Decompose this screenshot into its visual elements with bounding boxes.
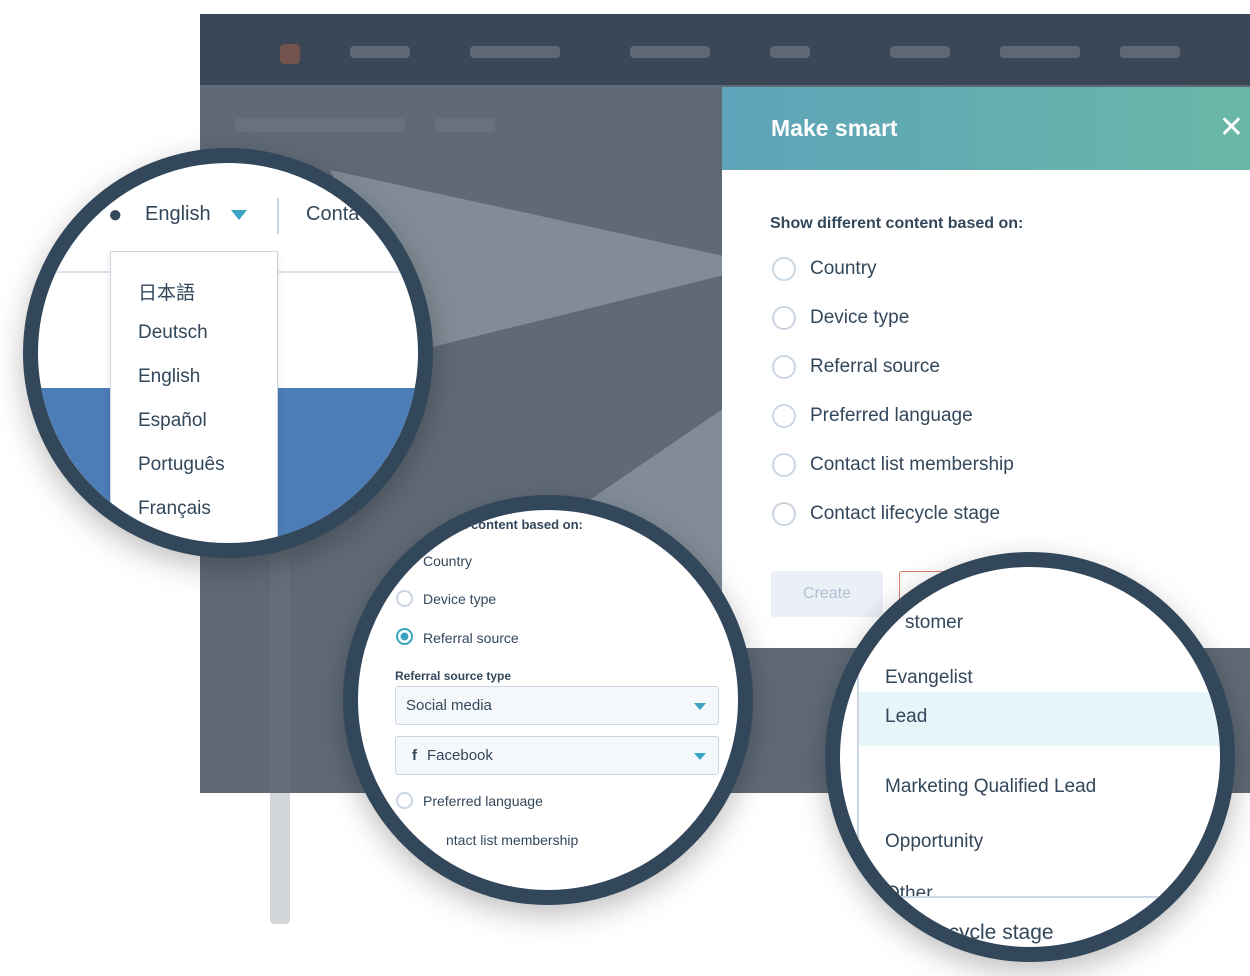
select-value: Social media xyxy=(406,697,492,714)
language-option[interactable]: English xyxy=(138,366,200,388)
radio-icon[interactable] xyxy=(772,306,796,330)
close-icon[interactable]: ✕ xyxy=(1219,113,1244,143)
lifecycle-zoom: stomer Evangelist Lead Marketing Qualifi… xyxy=(825,552,1235,962)
option-preferred-language[interactable]: Preferred language xyxy=(772,404,973,428)
language-zoom: ● English Conta 日本語 Deutsch English Espa… xyxy=(23,148,433,558)
option-contact-list[interactable]: Contact list membership xyxy=(772,453,1014,477)
option-country[interactable]: Country xyxy=(772,257,877,281)
option-preferred-language[interactable]: Preferred language xyxy=(423,793,543,809)
option-device-type[interactable]: Device type xyxy=(423,591,496,607)
referral-type-select[interactable]: Social media xyxy=(395,686,719,725)
option-label: Preferred language xyxy=(810,405,973,426)
options-label: t content based on: xyxy=(463,517,583,532)
select-value: Facebook xyxy=(427,747,493,764)
language-option[interactable]: 日本語 xyxy=(138,278,195,305)
create-button[interactable]: Create xyxy=(771,571,883,617)
facebook-icon: f xyxy=(412,747,417,764)
radio-icon[interactable] xyxy=(772,257,796,281)
chevron-down-icon[interactable] xyxy=(231,210,247,220)
option-label: Referral source xyxy=(810,356,940,377)
lifecycle-label: t lifecycle stage xyxy=(910,921,1054,944)
contacts-tab[interactable]: Conta xyxy=(306,203,359,226)
lifecycle-option-highlighted[interactable]: Lead xyxy=(859,692,1220,746)
language-selector[interactable]: English xyxy=(145,203,211,226)
social-network-select[interactable]: f Facebook xyxy=(395,736,719,775)
modal-title: Make smart xyxy=(771,115,898,141)
option-lifecycle-stage[interactable]: Contact lifecycle stage xyxy=(772,502,1000,526)
option-label: Contact list membership xyxy=(810,454,1014,475)
option-device-type[interactable]: Device type xyxy=(772,306,909,330)
language-option[interactable]: Español xyxy=(138,410,207,432)
radio-icon[interactable] xyxy=(396,792,413,809)
caret-down-icon xyxy=(694,703,706,710)
lifecycle-option[interactable]: Opportunity xyxy=(885,831,983,853)
option-referral-source[interactable]: Referral source xyxy=(423,630,519,646)
language-option[interactable]: Português xyxy=(138,454,225,476)
option-country[interactable]: Country xyxy=(423,553,472,569)
option-label: Country xyxy=(810,258,877,279)
radio-icon[interactable] xyxy=(772,355,796,379)
option-referral-source[interactable]: Referral source xyxy=(772,355,940,379)
globe-icon: ● xyxy=(108,201,123,228)
lifecycle-option[interactable]: Marketing Qualified Lead xyxy=(885,776,1096,798)
lifecycle-option[interactable]: Other xyxy=(885,883,933,897)
option-contact-list[interactable]: ntact list membership xyxy=(446,832,578,848)
language-dropdown: 日本語 Deutsch English Español Português Fr… xyxy=(110,251,278,543)
options-label: Show different content based on: xyxy=(770,215,1024,232)
radio-icon[interactable] xyxy=(772,453,796,477)
language-option[interactable]: Français xyxy=(138,498,211,520)
radio-selected-icon[interactable] xyxy=(396,628,413,645)
language-option[interactable]: Deutsch xyxy=(138,322,208,344)
modal-header: Make smart ✕ xyxy=(722,87,1250,170)
radio-icon[interactable] xyxy=(772,404,796,428)
lifecycle-option[interactable]: Evangelist xyxy=(885,667,973,689)
caret-down-icon xyxy=(694,753,706,760)
option-label: Device type xyxy=(810,307,910,328)
lifecycle-option[interactable]: stomer xyxy=(905,612,963,634)
referral-type-label: Referral source type xyxy=(395,669,512,683)
option-label: Contact lifecycle stage xyxy=(810,503,1001,524)
radio-icon[interactable] xyxy=(772,502,796,526)
radio-icon[interactable] xyxy=(396,590,413,607)
referral-zoom: t content based on: Country Device type … xyxy=(343,495,753,905)
